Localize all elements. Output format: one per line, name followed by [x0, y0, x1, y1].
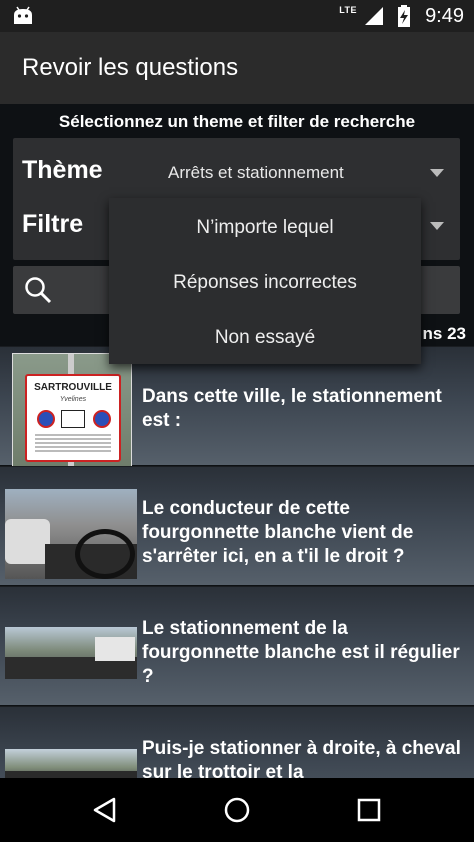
vehicle-sign-icon	[61, 410, 85, 428]
navigation-bar	[0, 778, 474, 842]
network-type: LTE	[339, 5, 358, 15]
no-parking-sign-icon	[93, 410, 111, 428]
chevron-down-icon	[430, 169, 444, 177]
sign-subtitle: Yvelines	[59, 396, 87, 403]
filter-dropdown-menu: N’importe lequel Réponses incorrectes No…	[109, 198, 421, 364]
dropdown-option-incorrect[interactable]: Réponses incorrectes	[109, 255, 421, 310]
question-text: Puis-je stationner à droite, à cheval su…	[142, 738, 461, 778]
back-triangle-icon[interactable]	[90, 795, 120, 825]
recents-square-icon[interactable]	[354, 795, 384, 825]
question-text: Le stationnement de la fourgonnette blan…	[142, 618, 460, 687]
theme-select[interactable]: Arrêts et stationnement	[153, 148, 460, 196]
question-thumbnail	[5, 627, 137, 679]
clock: 9:49	[425, 4, 464, 27]
question-text: Le conducteur de cette fourgonnette blan…	[142, 498, 414, 567]
chevron-down-icon	[430, 222, 444, 230]
main-content: Sélectionnez un theme et filter de reche…	[0, 104, 474, 778]
question-thumbnail	[5, 749, 137, 778]
page-title: Revoir les questions	[22, 54, 239, 81]
android-icon	[14, 6, 32, 24]
question-thumbnail	[5, 489, 137, 579]
question-thumbnail: SARTROUVILLE Yvelines	[12, 353, 132, 467]
filter-label: Filtre	[22, 210, 84, 238]
dropdown-option-not-tried[interactable]: Non essayé	[109, 310, 421, 365]
question-text: Dans cette ville, le stationnement est :	[142, 386, 442, 431]
home-circle-icon[interactable]	[222, 795, 252, 825]
dropdown-option-any[interactable]: N’importe lequel	[109, 200, 421, 255]
search-icon[interactable]	[23, 275, 53, 305]
battery-charging-icon	[398, 5, 411, 27]
question-item[interactable]: Le stationnement de la fourgonnette blan…	[0, 586, 474, 705]
theme-select-value: Arrêts et stationnement	[168, 163, 344, 182]
results-count: ns 23	[422, 324, 466, 343]
app-bar: Revoir les questions	[0, 32, 474, 104]
no-parking-sign-icon	[37, 410, 55, 428]
theme-label: Thème	[22, 156, 103, 184]
signal-icon	[365, 7, 384, 25]
sign-town-name: SARTROUVILLE	[34, 382, 112, 393]
status-bar: LTE 9:49	[0, 0, 474, 32]
question-item[interactable]: Le conducteur de cette fourgonnette blan…	[0, 466, 474, 585]
instruction-text: Sélectionnez un theme et filter de reche…	[58, 112, 416, 131]
question-item[interactable]: Puis-je stationner à droite, à cheval su…	[0, 706, 474, 778]
